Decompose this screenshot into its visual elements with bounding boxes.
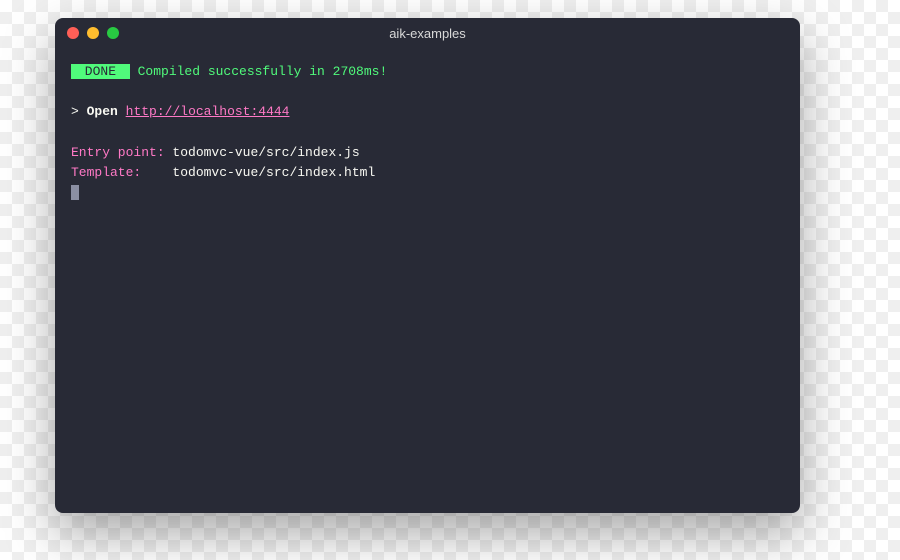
open-url-link[interactable]: http://localhost:4444 (126, 104, 290, 119)
terminal-window: aik-examples DONE Compiled successfully … (55, 18, 800, 513)
minimize-icon[interactable] (87, 27, 99, 39)
open-label: Open (87, 104, 118, 119)
template-value: todomvc-vue/src/index.html (165, 165, 376, 180)
window-title: aik-examples (55, 26, 800, 41)
maximize-icon[interactable] (107, 27, 119, 39)
prompt-symbol: > (71, 104, 79, 119)
template-label: Template: (71, 165, 165, 180)
traffic-lights (67, 27, 119, 39)
entry-point-value: todomvc-vue/src/index.js (165, 145, 360, 160)
titlebar: aik-examples (55, 18, 800, 48)
compiled-message: Compiled successfully in 2708ms! (130, 64, 387, 79)
cursor-icon (71, 185, 79, 200)
terminal-output[interactable]: DONE Compiled successfully in 2708ms! > O… (55, 48, 800, 513)
entry-point-label: Entry point: (71, 145, 165, 160)
close-icon[interactable] (67, 27, 79, 39)
done-badge: DONE (71, 64, 130, 79)
